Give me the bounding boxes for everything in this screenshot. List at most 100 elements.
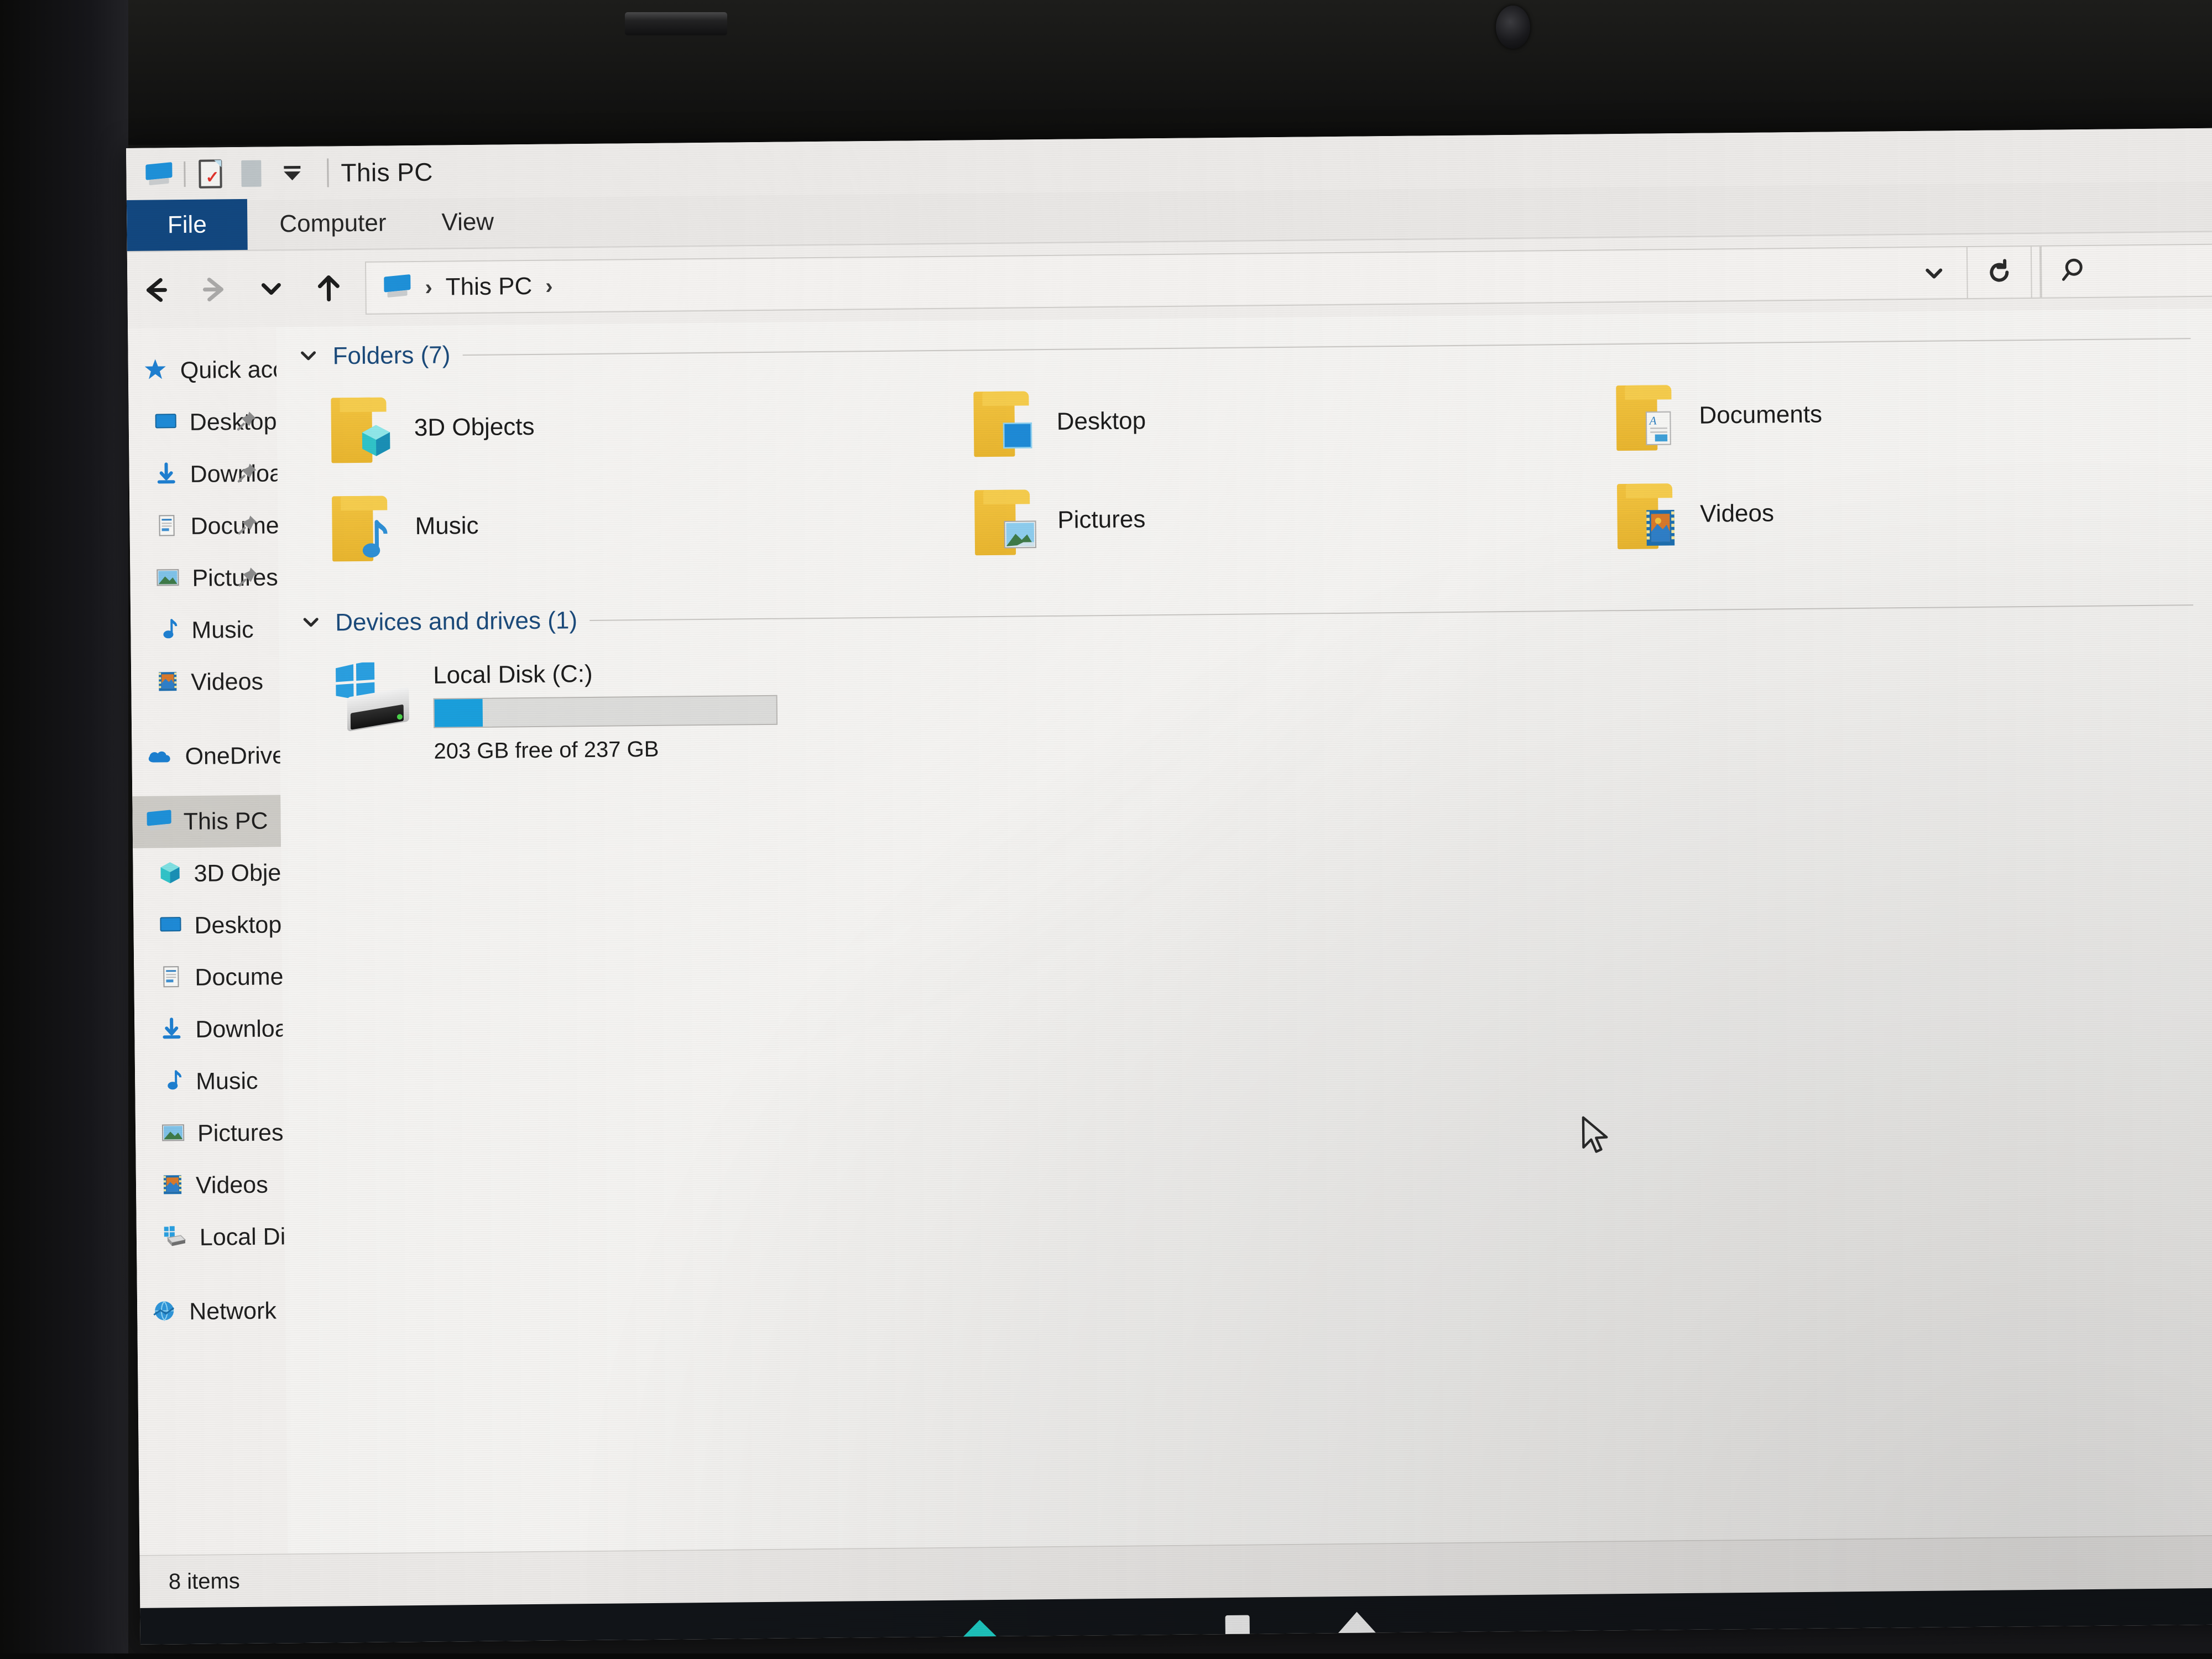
star-pin-icon <box>143 357 168 385</box>
sidebar-item-quick-access[interactable]: Quick access <box>128 343 322 397</box>
folder-item-3d-objects[interactable]: 3D Objects <box>296 374 940 478</box>
sidebar-item-label: Music <box>195 1067 258 1095</box>
navigation-pane: Quick access Desktop Pictures Music Vide… <box>128 327 356 1555</box>
chevron-down-icon[interactable] <box>299 609 323 637</box>
tab-view[interactable]: View <box>418 196 517 248</box>
taskbar-icon-1[interactable] <box>931 1599 1029 1637</box>
tab-computer[interactable]: Computer <box>256 197 410 250</box>
item-label: Music <box>415 512 479 540</box>
sidebar-item-label: This PC <box>183 807 268 835</box>
folder-pictures-icon <box>972 485 1039 556</box>
sidebar-item-label: OneDrive <box>185 742 286 770</box>
laptop-top-bezel <box>0 0 2212 145</box>
sidebar-item-this-pc[interactable]: This PC <box>132 795 281 848</box>
drive-usage-fill <box>434 698 483 727</box>
pin-icon[interactable] <box>236 461 258 486</box>
sidebar-item-music-pc[interactable]: Music <box>135 1055 284 1108</box>
sidebar-item-desktop-pc[interactable]: Desktop <box>133 899 282 952</box>
sidebar-item-label: Pictures <box>192 564 279 592</box>
file-explorer-window: ✓ This PC File Computer View › This PC ›… <box>126 128 2212 1608</box>
mouse-cursor <box>1581 1115 1615 1159</box>
divider <box>462 338 2191 356</box>
item-label: Desktop <box>1056 407 1146 435</box>
local-disk-icon <box>162 1225 187 1250</box>
drive-free-text: 203 GB free of 237 GB <box>434 737 659 764</box>
new-folder-icon[interactable] <box>231 153 272 194</box>
breadcrumb-separator: › <box>425 275 432 300</box>
up-arrow-icon[interactable] <box>300 259 358 317</box>
documents-icon <box>159 965 182 991</box>
sidebar-item-pictures-pc[interactable]: Pictures <box>135 1107 284 1160</box>
sidebar-item-downloads-pc[interactable]: Downloads <box>134 1003 313 1056</box>
sidebar-item-videos-pc[interactable]: Videos <box>136 1159 285 1212</box>
folder-item-videos[interactable]: Videos <box>1582 460 2212 565</box>
explorer-body: Quick access Desktop Pictures Music Vide… <box>128 308 2212 1555</box>
drive-info: Local Disk (C:) 203 GB free of 237 GB <box>433 658 778 764</box>
divider <box>327 158 329 187</box>
sidebar-item-downloads[interactable]: Downloads <box>129 447 308 501</box>
music-icon <box>156 618 179 644</box>
chevron-down-icon[interactable] <box>242 260 300 318</box>
chevron-down-icon[interactable] <box>296 343 320 370</box>
breadcrumb-this-pc[interactable]: This PC <box>440 273 538 301</box>
item-label: Pictures <box>1057 505 1146 534</box>
this-pc-icon <box>147 809 171 833</box>
taskbar-icon-3[interactable] <box>1308 1596 1406 1634</box>
sidebar-item-desktop[interactable]: Desktop <box>128 395 277 449</box>
search-input[interactable] <box>2040 243 2212 299</box>
back-arrow-icon[interactable] <box>127 261 185 319</box>
breadcrumb-separator[interactable]: › <box>538 274 561 299</box>
item-label: 3D Objects <box>414 413 535 442</box>
folder-item-music[interactable]: Music <box>298 472 941 577</box>
laptop-left-bezel <box>0 0 128 1659</box>
sidebar-item-music[interactable]: Music <box>131 603 279 657</box>
laptop-photo: ✓ This PC File Computer View › This PC ›… <box>0 0 2212 1659</box>
sidebar-item-documents-pc[interactable]: Documents <box>134 951 315 1004</box>
customize-dropdown-icon[interactable] <box>272 153 313 194</box>
pin-icon[interactable] <box>236 409 258 434</box>
group-title: Folders (7) <box>332 341 451 370</box>
properties-check-icon[interactable]: ✓ <box>190 153 231 195</box>
this-pc-icon[interactable] <box>138 154 180 195</box>
refresh-icon[interactable] <box>1966 245 2032 300</box>
folders-grid: 3D Objects Desktop A Documents Music Pic… <box>296 362 2212 577</box>
laptop-hinge-detail <box>625 12 727 35</box>
address-dropdown-icon[interactable] <box>1901 246 1967 300</box>
desktop-icon <box>154 410 178 436</box>
laptop-bottom-edge <box>0 1653 2212 1659</box>
sidebar-item-onedrive[interactable]: OneDrive <box>132 729 285 783</box>
folder-item-pictures[interactable]: Pictures <box>940 466 1584 571</box>
sidebar-item-documents[interactable]: Documents <box>129 499 311 553</box>
taskbar-icon-2[interactable] <box>1188 1597 1286 1635</box>
pin-icon[interactable] <box>237 565 259 590</box>
sidebar-item-3d-objects[interactable]: 3D Objects <box>133 847 312 900</box>
file-list-pane: Folders (7) 3D Objects Desktop A Documen… <box>276 308 2212 1554</box>
downloads-icon <box>160 1017 183 1043</box>
window-title: This PC <box>341 157 434 187</box>
drive-item-local-disk-c[interactable]: Local Disk (C:) 203 GB free of 237 GB <box>299 628 2212 765</box>
svg-text:A: A <box>1648 414 1656 427</box>
forward-arrow-icon <box>185 260 243 319</box>
sidebar-item-videos[interactable]: Videos <box>131 655 280 709</box>
local-disk-windows-icon <box>331 660 415 737</box>
sidebar-item-label: Videos <box>191 668 264 696</box>
sidebar-item-label: Desktop <box>189 408 277 436</box>
sidebar-item-label: Network <box>189 1297 277 1325</box>
search-icon <box>2060 254 2092 289</box>
tab-file[interactable]: File <box>126 199 248 251</box>
webcam <box>1496 6 1530 49</box>
sidebar-item-network[interactable]: Network <box>137 1285 286 1338</box>
onedrive-cloud-icon <box>146 745 173 768</box>
address-input[interactable]: › This PC › <box>364 245 2041 315</box>
pin-icon[interactable] <box>237 513 259 538</box>
folder-item-desktop[interactable]: Desktop <box>939 368 1583 472</box>
sidebar-item-pictures[interactable]: Pictures <box>130 551 279 605</box>
sidebar-item-local-disk-c[interactable]: Local Disk (C:) <box>136 1211 356 1264</box>
divider <box>184 161 186 187</box>
folder-music-icon <box>330 491 397 562</box>
laptop-screen: ✓ This PC File Computer View › This PC ›… <box>126 128 2212 1645</box>
divider <box>589 604 2194 621</box>
folder-item-documents[interactable]: A Documents <box>1582 362 2212 466</box>
pictures-icon <box>155 566 180 591</box>
item-label: Videos <box>1699 499 1775 528</box>
